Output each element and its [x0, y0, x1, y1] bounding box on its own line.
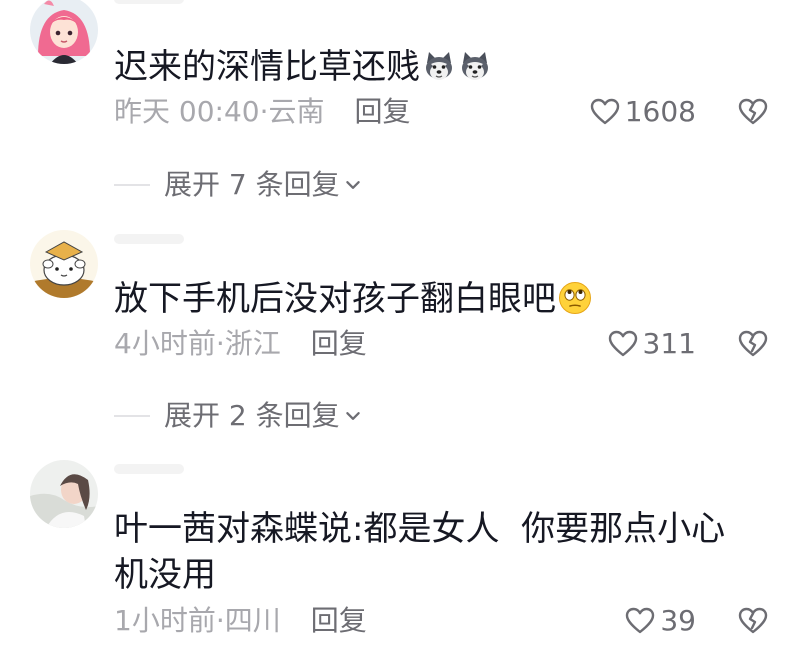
broken-heart-icon [737, 96, 769, 128]
dislike-button[interactable] [736, 92, 770, 132]
username-placeholder[interactable] [114, 234, 184, 244]
heart-outline-icon [607, 328, 639, 360]
comment-text: 放下手机后没对孩子翻白眼吧 [114, 276, 754, 322]
heart-outline-icon [624, 605, 656, 637]
avatar[interactable] [30, 230, 98, 298]
like-count: 311 [642, 327, 696, 360]
comment-meta: 4小时前·浙江 回复 [114, 324, 367, 364]
expand-replies-button[interactable]: 展开 7 条回复 [114, 165, 362, 205]
meta-separator: · [259, 95, 269, 128]
comment-time: 昨天 00:40 [114, 95, 260, 128]
comment-body: 迟来的深情比草还贱 [114, 47, 420, 87]
comment-time: 1小时前 [114, 604, 216, 637]
meta-separator: · [215, 604, 225, 637]
like-button[interactable]: 39 [624, 601, 696, 641]
comment-item: 叶一茜对森蝶说:都是女人 你要那点小心 机没用 1小时前·四川 回复 39 [0, 456, 800, 653]
broken-heart-icon [737, 328, 769, 360]
broken-heart-icon [737, 605, 769, 637]
avatar[interactable] [30, 0, 98, 64]
username-placeholder[interactable] [114, 0, 184, 4]
comment-text: 迟来的深情比草还贱 [114, 44, 754, 90]
husky-emoji [458, 49, 492, 83]
comment-region: 四川 [224, 604, 281, 637]
comment-region: 浙江 [224, 327, 281, 360]
comment-meta: 1小时前·四川 回复 [114, 601, 367, 641]
like-button[interactable]: 311 [607, 324, 696, 364]
comment-text: 叶一茜对森蝶说:都是女人 你要那点小心 机没用 [114, 506, 754, 598]
comment-item: 放下手机后没对孩子翻白眼吧 4小时前·浙江 回复 311 展开 2 条回复 [0, 228, 800, 438]
like-button[interactable]: 1608 [589, 92, 696, 132]
expand-replies-label: 展开 2 条回复 [164, 399, 340, 432]
comment-body-line2: 机没用 [114, 555, 216, 595]
chevron-down-icon [344, 407, 362, 425]
chevron-down-icon [344, 176, 362, 194]
comment-body: 放下手机后没对孩子翻白眼吧 [114, 279, 556, 319]
username-placeholder[interactable] [114, 464, 184, 474]
expand-replies-button[interactable]: 展开 2 条回复 [114, 396, 362, 436]
dislike-button[interactable] [736, 324, 770, 364]
reply-button[interactable]: 回复 [355, 95, 411, 128]
divider-line [114, 184, 150, 186]
like-count: 1608 [624, 95, 696, 128]
meta-separator: · [215, 327, 225, 360]
like-count: 39 [660, 604, 696, 637]
reply-button[interactable]: 回复 [311, 327, 367, 360]
comment-time: 4小时前 [114, 327, 216, 360]
comment-meta: 昨天 00:40·云南 回复 [114, 92, 411, 132]
husky-emoji [422, 49, 456, 83]
rolling-eyes-emoji [558, 281, 592, 315]
comment-item: 迟来的深情比草还贱 昨天 00:40·云南 回复 1608 展开 7 条回复 [0, 0, 800, 205]
avatar[interactable] [30, 460, 98, 528]
divider-line [114, 415, 150, 417]
dislike-button[interactable] [736, 601, 770, 641]
comment-list: 迟来的深情比草还贱 昨天 00:40·云南 回复 1608 展开 7 条回复 放… [0, 0, 800, 653]
expand-replies-label: 展开 7 条回复 [164, 168, 340, 201]
heart-outline-icon [589, 96, 621, 128]
comment-body-line1: 叶一茜对森蝶说:都是女人 你要那点小心 [114, 509, 726, 549]
comment-region: 云南 [268, 95, 325, 128]
reply-button[interactable]: 回复 [311, 604, 367, 637]
